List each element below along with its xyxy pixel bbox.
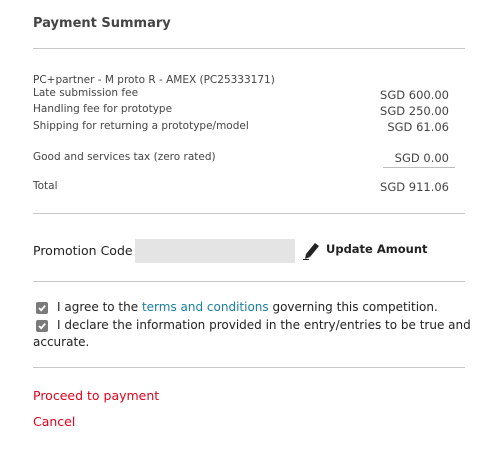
proceed-to-payment-link[interactable]: Proceed to payment bbox=[33, 388, 159, 403]
update-amount-button[interactable]: Update Amount bbox=[326, 242, 428, 256]
declare-info-text-line1: I declare the information provided in th… bbox=[57, 318, 471, 332]
line-amount-shipping: SGD 61.06 bbox=[387, 120, 449, 134]
line-amount-late-fee: SGD 600.00 bbox=[380, 88, 449, 102]
promo-code-input[interactable] bbox=[135, 239, 295, 263]
terms-and-conditions-link[interactable]: terms and conditions bbox=[142, 300, 269, 314]
agree-suffix: governing this competition. bbox=[268, 300, 438, 314]
cancel-link[interactable]: Cancel bbox=[33, 414, 75, 429]
page-title: Payment Summary bbox=[33, 16, 171, 31]
agree-prefix: I agree to the bbox=[57, 300, 142, 314]
line-label-shipping: Shipping for returning a prototype/model bbox=[33, 120, 249, 132]
agree-terms-text: I agree to the terms and conditions gove… bbox=[57, 299, 438, 316]
line-label-late-fee: Late submission fee bbox=[33, 87, 139, 99]
gst-amount: SGD 0.00 bbox=[394, 151, 449, 165]
total-amount: SGD 911.06 bbox=[380, 180, 449, 194]
divider bbox=[33, 281, 465, 282]
promo-code-label: Promotion Code : bbox=[33, 243, 141, 258]
divider bbox=[33, 367, 465, 368]
line-amount-handling-fee: SGD 250.00 bbox=[380, 104, 449, 118]
divider bbox=[33, 213, 465, 214]
total-label: Total bbox=[33, 180, 58, 192]
gst-label: Good and services tax (zero rated) bbox=[33, 151, 216, 163]
divider bbox=[33, 48, 465, 49]
declare-info-text-line2: accurate. bbox=[33, 335, 90, 349]
line-label-handling-fee: Handling fee for prototype bbox=[33, 103, 173, 115]
agree-terms-checkbox[interactable] bbox=[36, 302, 48, 314]
declare-info-checkbox[interactable] bbox=[36, 320, 48, 332]
item-title: PC+partner - M proto R - AMEX (PC2533317… bbox=[33, 74, 275, 86]
subtotal-underline bbox=[383, 167, 455, 168]
pencil-icon[interactable] bbox=[303, 240, 321, 260]
